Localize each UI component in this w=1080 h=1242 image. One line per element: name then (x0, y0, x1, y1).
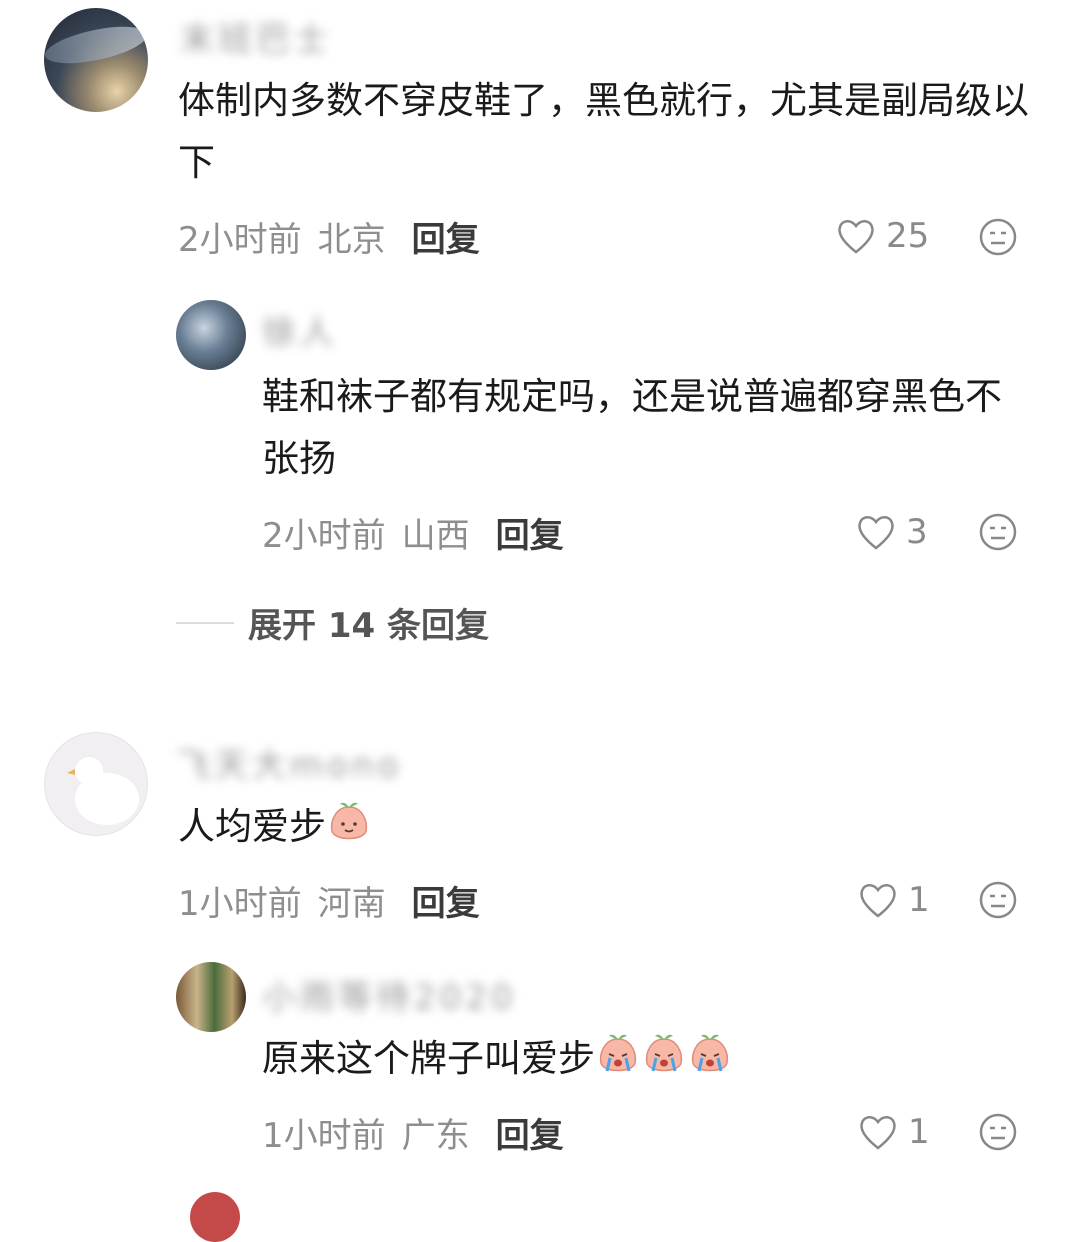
divider-line (176, 621, 234, 624)
username[interactable]: 飞天大mono (176, 738, 402, 787)
neutral-face-icon[interactable] (978, 880, 1018, 920)
comment-time: 1小时前 (178, 884, 302, 924)
like-button[interactable]: 1 (858, 880, 930, 920)
like-count: 1 (908, 880, 930, 920)
avatar[interactable] (176, 962, 246, 1032)
comment-location: 广东 (401, 1116, 470, 1156)
peach-crying-emoji (645, 1034, 683, 1072)
avatar[interactable] (190, 1192, 240, 1242)
expand-replies-label[interactable]: 展开 14 条回复 (248, 598, 489, 647)
username[interactable]: 小雨等待2020 (262, 970, 517, 1019)
comment-location: 山西 (401, 516, 470, 556)
neutral-face-icon[interactable] (978, 217, 1018, 257)
reply-button[interactable]: 回复 (496, 1108, 564, 1157)
duck-avatar-image (67, 757, 139, 825)
comment-text: 鞋和袜子都有规定吗，还是说普遍都穿黑色不张扬 (262, 375, 1002, 480)
reply-button[interactable]: 回复 (412, 876, 480, 925)
comment-location: 北京 (317, 220, 386, 260)
heart-outline-icon (860, 884, 896, 918)
peach-crying-emoji (691, 1034, 729, 1072)
like-count: 1 (908, 1112, 930, 1152)
peach-smile-emoji (330, 802, 368, 840)
avatar[interactable] (44, 8, 148, 112)
username[interactable]: 徐人 (262, 305, 338, 354)
avatar[interactable] (176, 300, 246, 370)
peach-crying-emoji (599, 1034, 637, 1072)
heart-outline-icon (860, 1116, 896, 1150)
username[interactable]: 末班巴士 (180, 12, 332, 61)
like-count: 25 (886, 216, 930, 256)
comment-location: 河南 (317, 884, 386, 924)
heart-outline-icon (858, 516, 894, 550)
reply-button[interactable]: 回复 (412, 212, 480, 261)
comment-text: 体制内多数不穿皮鞋了，黑色就行，尤其是副局级以下 (178, 79, 1029, 184)
like-button[interactable]: 25 (836, 216, 929, 256)
comment-time: 2小时前 (262, 516, 386, 556)
comment-time: 2小时前 (178, 220, 302, 260)
like-button[interactable]: 1 (858, 1112, 930, 1152)
neutral-face-icon[interactable] (978, 512, 1018, 552)
comment-time: 1小时前 (262, 1116, 386, 1156)
like-button[interactable]: 3 (856, 512, 928, 552)
reply-button[interactable]: 回复 (496, 508, 564, 557)
neutral-face-icon[interactable] (978, 1112, 1018, 1152)
avatar[interactable] (44, 732, 148, 836)
like-count: 3 (906, 512, 928, 552)
comment-text: 人均爱步 (178, 796, 1038, 858)
comment-text: 原来这个牌子叫爱步 (262, 1028, 1037, 1090)
expand-replies[interactable]: 展开 14 条回复 (176, 598, 489, 647)
heart-outline-icon (838, 220, 874, 254)
